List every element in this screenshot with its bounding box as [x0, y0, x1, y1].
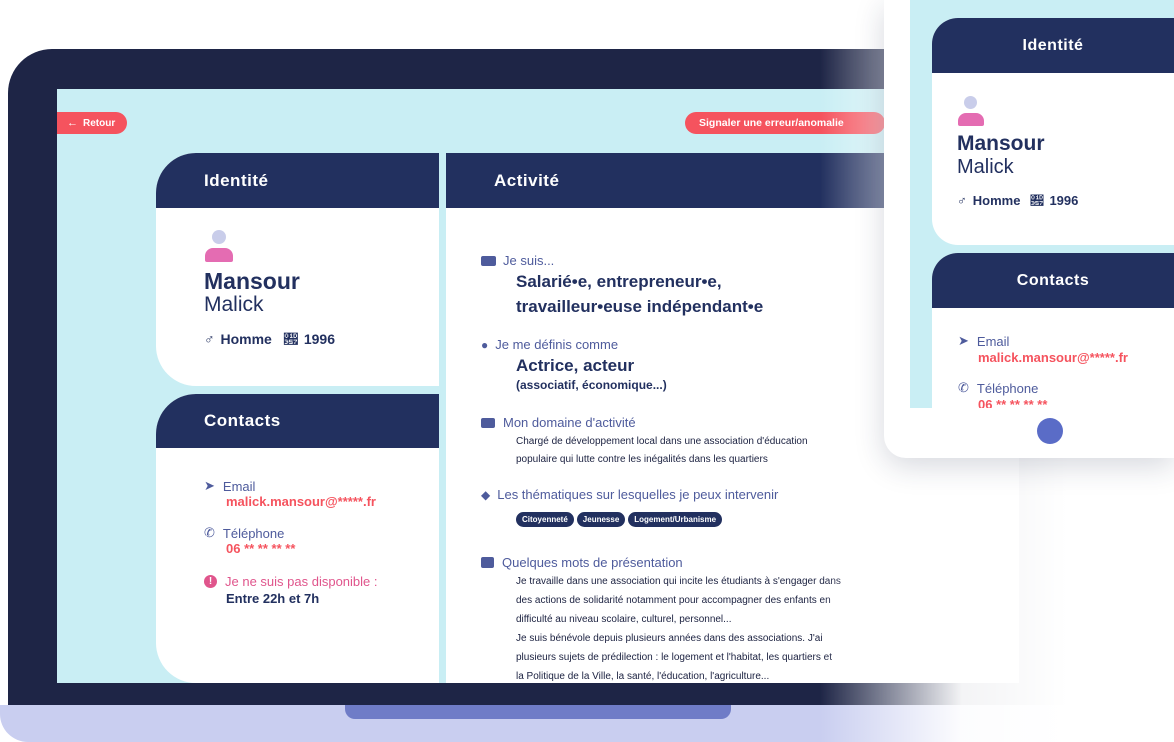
mobile-phone-label-row: ✆ Téléphone: [958, 380, 1038, 396]
alert-icon: !: [204, 575, 217, 588]
domain-label-row: Mon domaine d'activité: [481, 415, 636, 430]
email-value[interactable]: malick.mansour@*****.fr: [226, 494, 376, 509]
define-sub: (associatif, économique...): [516, 378, 667, 392]
comment-icon: [481, 557, 494, 568]
theme-tag[interactable]: Logement/Urbanisme: [628, 512, 723, 527]
mobile-identity-card: Identité Mansour Malick ♂ Homme 𝍗 1996: [932, 18, 1174, 245]
mobile-email-label-row: ➤ Email: [958, 333, 1009, 349]
mobile-avatar-head: [964, 96, 977, 109]
email-label-row: ➤ Email: [204, 478, 255, 494]
themes-label: Les thématiques sur lesquelles je peux i…: [497, 487, 779, 502]
id-card-icon: [481, 255, 496, 266]
availability-label: Je ne suis pas disponible :: [225, 574, 378, 589]
themes-label-row: ◆ Les thématiques sur lesquelles je peux…: [481, 487, 778, 502]
intro-line: la Politique de la Ville, la santé, l'éd…: [516, 671, 770, 682]
contacts-title: Contacts: [204, 411, 281, 430]
mobile-identity-header: Identité: [932, 18, 1174, 73]
arrow-left-icon: ←: [67, 117, 78, 129]
status-line-1: Salarié•e, entrepreneur•e,: [516, 272, 722, 291]
define-value: Actrice, acteur: [516, 356, 635, 375]
email-label: Email: [222, 478, 256, 494]
mobile-contacts-card: Contacts ➤ Email malick.mansour@*****.fr…: [932, 253, 1174, 408]
mobile-birthday-cake-icon: 𝍗: [1030, 193, 1044, 208]
domain-line-1: Chargé de développement local dans une a…: [516, 436, 808, 447]
mobile-first-name: Mansour: [957, 132, 1045, 155]
availability-row: ! Je ne suis pas disponible :: [204, 574, 377, 589]
intro-line: des actions de solidarité notamment pour…: [516, 595, 831, 606]
intro-line: plusieurs sujets de prédilection : le lo…: [516, 652, 832, 663]
contacts-card-header: Contacts: [156, 394, 439, 448]
identity-card: Identité Mansour Malick ♂ Homme 𝍗 1996: [156, 153, 439, 386]
define-label: Je me définis comme: [495, 337, 619, 352]
intro-line: Je suis bénévole depuis plusieurs années…: [516, 633, 823, 644]
briefcase-icon: [481, 417, 495, 428]
phone-label: Téléphone: [222, 525, 285, 541]
identity-meta: ♂ Homme 𝍗 1996: [204, 331, 335, 347]
avatar-body: [205, 248, 233, 262]
mobile-phone-icon: ✆: [958, 380, 969, 395]
birthday-cake-icon: 𝍗: [283, 331, 298, 347]
mobile-birth-year-value: 1996: [1049, 193, 1079, 208]
birth-year-value: 1996: [303, 331, 336, 347]
male-icon: ♂: [204, 331, 215, 347]
phone-label-row: ✆ Téléphone: [204, 525, 284, 541]
avatar-head: [212, 230, 226, 244]
status-label: Je suis...: [503, 253, 555, 268]
status-label-row: Je suis...: [481, 253, 554, 268]
back-button[interactable]: ← Retour: [57, 112, 127, 134]
mobile-device: Identité Mansour Malick ♂ Homme 𝍗 1996 C…: [884, 0, 1174, 458]
mobile-last-name: Malick: [957, 156, 1014, 178]
intro-label: Quelques mots de présentation: [502, 555, 683, 570]
intro-label-row: Quelques mots de présentation: [481, 555, 683, 570]
mobile-screen: Identité Mansour Malick ♂ Homme 𝍗 1996 C…: [910, 0, 1174, 408]
mobile-home-button[interactable]: [1037, 418, 1063, 444]
mobile-gender-value: Homme: [972, 193, 1021, 208]
phone-icon: ✆: [204, 525, 215, 540]
report-button-label: Signaler une erreur/anomalie: [699, 117, 844, 129]
tags-icon: ◆: [481, 487, 491, 502]
domain-line-2: populaire qui lutte contre les inégalité…: [516, 454, 768, 465]
theme-tag[interactable]: Jeunesse: [576, 512, 626, 527]
mobile-phone-label: Téléphone: [976, 380, 1039, 396]
mobile-contacts-title: Contacts: [1016, 271, 1090, 289]
mobile-email-value[interactable]: malick.mansour@*****.fr: [978, 350, 1128, 365]
availability-value: Entre 22h et 7h: [226, 591, 320, 606]
laptop-screen: ← Retour Signaler une erreur/anomalie Id…: [57, 89, 1019, 683]
gender-value: Homme: [220, 331, 272, 347]
mobile-paper-plane-icon: ➤: [958, 333, 969, 348]
mobile-male-icon: ♂: [957, 193, 967, 208]
mobile-avatar-body: [958, 113, 984, 126]
contacts-card: Contacts ➤ Email malick.mansour@*****.fr…: [156, 394, 439, 683]
mobile-identity-title: Identité: [1022, 36, 1084, 54]
mobile-avatar: [958, 96, 984, 128]
intro-line: Je travaille dans une association qui in…: [516, 576, 841, 587]
identity-card-header: Identité: [156, 153, 439, 208]
themes-tags: Citoyenneté Jeunesse Logement/Urbanisme: [516, 509, 725, 527]
phone-value[interactable]: 06 ** ** ** **: [226, 541, 295, 556]
laptop-notch: [345, 705, 731, 719]
avatar: [205, 230, 233, 264]
report-error-button[interactable]: Signaler une erreur/anomalie: [685, 112, 885, 134]
mobile-email-label: Email: [976, 333, 1010, 349]
last-name: Malick: [204, 293, 264, 316]
theme-tag[interactable]: Citoyenneté: [516, 512, 574, 527]
first-name: Mansour: [204, 268, 300, 294]
status-line-2: travailleur•euse indépendant•e: [516, 297, 764, 316]
user-icon: ●: [481, 337, 489, 352]
mobile-identity-meta: ♂ Homme 𝍗 1996: [957, 193, 1078, 208]
paper-plane-icon: ➤: [204, 478, 215, 493]
domain-label: Mon domaine d'activité: [503, 415, 636, 430]
mobile-phone-value[interactable]: 06 ** ** ** **: [978, 397, 1047, 408]
intro-line: difficulté au niveau scolaire, culturel,…: [516, 614, 732, 625]
mobile-contacts-header: Contacts: [932, 253, 1174, 308]
define-label-row: ● Je me définis comme: [481, 337, 618, 352]
activity-title: Activité: [494, 170, 560, 190]
identity-title: Identité: [204, 170, 269, 190]
back-button-label: Retour: [83, 117, 116, 129]
